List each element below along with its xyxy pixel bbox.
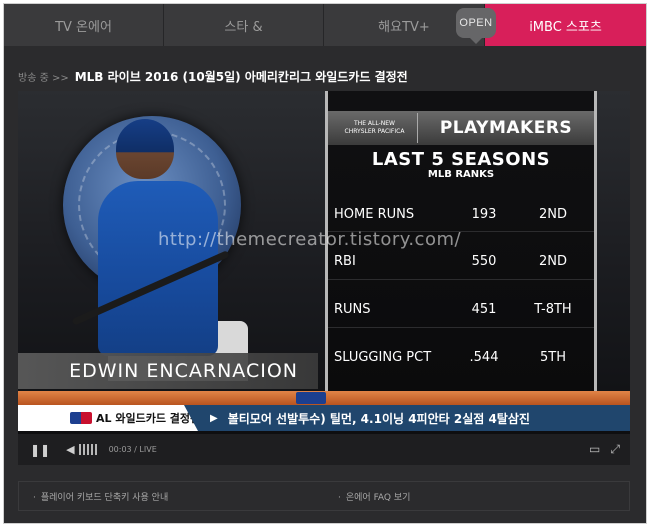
keyboard-shortcut-label: 플레이어 키보드 단축키 사용 안내 [40,492,169,503]
volume-slider[interactable] [78,444,97,455]
video-player[interactable]: EDWIN ENCARNACION THE ALL-NEW CHRYSLER P… [18,91,630,465]
stat-label: RBI [334,253,356,269]
stat-rank: 2ND [538,253,567,269]
wide-mode-icon[interactable]: ▭ [589,442,600,457]
bullet-icon: · [338,492,341,503]
keyboard-shortcut-link[interactable]: · 플레이어 키보드 단축키 사용 안내 [19,490,324,503]
player-name: EDWIN ENCARNACION [69,360,298,382]
stat-value: .544 [469,349,499,365]
tab-imbc-sports[interactable]: iMBC 스포츠 [485,4,646,46]
open-badge[interactable]: OPEN [456,8,496,44]
broadcast-title-bar: 방송 중 >> MLB 라이브 2016 (10월5일) 아메리칸리그 와일드카… [18,68,408,85]
tab-star[interactable]: 스타 & [164,4,324,46]
ticker-top-strip [18,391,630,405]
volume-control[interactable]: ◀ [66,443,97,456]
stat-divider [328,327,594,328]
onair-faq-label: 온에어 FAQ 보기 [345,492,411,503]
stat-divider [328,279,594,280]
stat-value: 451 [471,301,497,317]
stat-value: 550 [471,253,497,269]
watermark-text: http://themecreator.tistory.com/ [158,229,462,250]
stat-label: SLUGGING PCT [334,349,432,365]
stat-label: RUNS [334,301,371,317]
broadcast-prefix: 방송 중 >> [18,73,69,84]
stat-label: HOME RUNS [334,206,415,222]
board-header-title: PLAYMAKERS [439,118,573,138]
stat-rank: T-8TH [534,301,572,317]
ticker-left: AL 와일드카드 결정전 [18,405,200,431]
mlb-network-logo [296,392,326,404]
player-helmet [116,119,174,179]
player-name-bar: EDWIN ENCARNACION [18,353,318,389]
ticker-headline: 볼티모어 선발투수) 틸먼, 4.1이닝 4피안타 2실점 4탈삼진 [227,411,530,426]
stat-row: SLUGGING PCT .544 5TH [328,346,594,368]
stat-row: RBI 550 2ND [328,250,594,272]
stat-rank: 5TH [540,349,566,365]
board-header: THE ALL-NEW CHRYSLER PACIFICA PLAYMAKERS [328,111,594,145]
sponsor-line2: CHRYSLER PACIFICA [344,128,405,135]
ticker-right: ▶ 볼티모어 선발투수) 틸먼, 4.1이닝 4피안타 2실점 4탈삼진 [184,405,630,431]
top-nav: TV 온에어 스타 & 해요TV+ iMBC 스포츠 [4,4,646,46]
sponsor-line1: THE ALL-NEW [354,120,395,127]
time-display: 00:03 / LIVE [108,445,157,454]
stat-row: RUNS 451 T-8TH [328,298,594,320]
board-subtitle: MLB RANKS [427,169,495,180]
news-ticker: AL 와일드카드 결정전 ▶ 볼티모어 선발투수) 틸먼, 4.1이닝 4피안타… [18,391,630,431]
ticker-bar: AL 와일드카드 결정전 ▶ 볼티모어 선발투수) 틸먼, 4.1이닝 4피안타… [18,405,630,431]
bullet-icon: · [33,492,36,503]
pause-icon[interactable]: ❚❚ [30,443,50,457]
broadcast-title: MLB 라이브 2016 (10월5일) 아메리칸리그 와일드카드 결정전 [74,70,408,84]
help-links: · 플레이어 키보드 단축키 사용 안내 · 온에어 FAQ 보기 [18,481,630,511]
speaker-icon[interactable]: ◀ [66,443,74,456]
mlb-logo-icon [70,412,92,424]
tab-tv-onair[interactable]: TV 온에어 [4,4,164,46]
stat-row: HOME RUNS 193 2ND [328,203,594,225]
play-triangle-icon: ▶ [210,412,218,424]
board-title: LAST 5 SEASONS [371,149,551,170]
stat-rank: 2ND [538,206,567,222]
stat-value: 193 [471,206,497,222]
right-controls: ▭ ⤢ [589,442,620,457]
onair-faq-link[interactable]: · 온에어 FAQ 보기 [324,490,629,503]
player-frame: TV 온에어 스타 & 해요TV+ iMBC 스포츠 OPEN 방송 중 >> … [3,3,647,524]
sponsor-logo: THE ALL-NEW CHRYSLER PACIFICA [332,113,418,143]
player-controls: ❚❚ ◀ 00:03 / LIVE ▭ ⤢ [18,434,630,465]
fullscreen-icon[interactable]: ⤢ [610,442,620,457]
